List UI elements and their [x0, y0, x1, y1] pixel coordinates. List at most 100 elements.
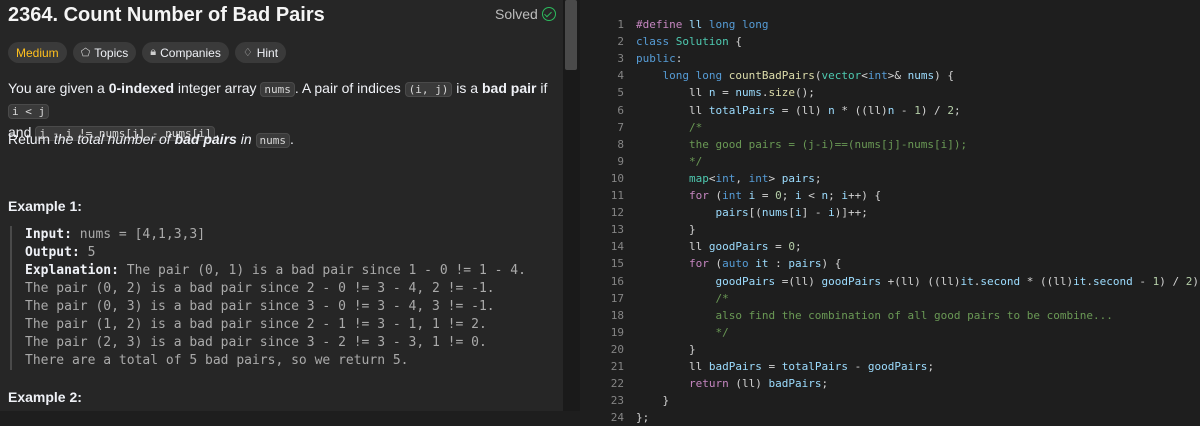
solved-label: Solved	[495, 6, 538, 22]
example-input: Input: nums = [4,1,3,3]	[25, 226, 563, 244]
code-token: nums	[761, 206, 789, 220]
code-token: goodPairs	[867, 360, 928, 373]
code-token: 1	[914, 103, 921, 117]
hint-button[interactable]: ♢ Hint	[234, 42, 287, 63]
code-token: ;	[927, 360, 935, 373]
code-token: = (ll)	[775, 103, 829, 117]
line-number: 24	[610, 411, 624, 425]
line-number: 3	[617, 52, 624, 66]
code-token: -	[1132, 274, 1153, 288]
code-token: =(ll)	[775, 274, 822, 288]
code-token: return	[688, 377, 729, 391]
code-token: >&	[887, 69, 908, 83]
companies-button[interactable]: 🔒︎ Companies	[142, 42, 229, 63]
code-text: */	[636, 154, 702, 170]
code-token: nums	[735, 86, 762, 100]
line-number: 12	[610, 206, 624, 220]
code-token: nums	[907, 69, 935, 83]
problem-return: Return the total number of bad pairs in …	[8, 131, 294, 148]
explanation-line: There are a total of 5 bad pairs, so we …	[25, 353, 409, 368]
desc-text: is a	[452, 80, 482, 96]
line-number: 13	[610, 223, 624, 237]
explanation-line: The pair (0, 1) is a bad pair since 1 - …	[118, 263, 526, 278]
code-token: ll	[636, 86, 709, 100]
code-token: the good pairs = (j-i)==(nums[j]-nums[i]…	[636, 137, 968, 151]
line-number: 10	[610, 171, 624, 185]
code-token: ll	[636, 240, 709, 254]
code-token: pairs	[788, 257, 822, 271]
code-token: ;	[814, 171, 822, 185]
code-text: }	[636, 342, 696, 358]
code-token: it	[755, 257, 769, 271]
code-text: map<int, int> pairs;	[636, 171, 822, 187]
code-token: =	[715, 86, 736, 100]
code-token: countBadPairs	[728, 69, 815, 83]
line-number: 16	[610, 274, 624, 288]
code-token: * ((ll)	[1020, 274, 1074, 288]
code-token: */	[636, 154, 703, 168]
code-text: };	[636, 410, 649, 426]
code-token: ++) {	[847, 189, 882, 202]
problem-panel: 2364. Count Number of Bad Pairs Solved M…	[0, 0, 563, 411]
code-token: =	[768, 240, 789, 254]
line-number: 9	[617, 154, 624, 168]
desc-bold: bad pair	[481, 80, 537, 96]
problem-title: 2364. Count Number of Bad Pairs	[8, 4, 325, 26]
topics-label: Topics	[94, 45, 129, 60]
code-token: second	[1093, 274, 1133, 288]
code-token: )]++;	[834, 206, 868, 220]
code-text: return (ll) badPairs;	[636, 376, 828, 392]
example-2-title: Example 2:	[8, 389, 82, 405]
topics-button[interactable]: ⬠ Topics	[72, 42, 137, 63]
line-number: 21	[610, 360, 624, 373]
code-editor[interactable]: 1 #define ll long long 2 class Solution {3 p…	[580, 0, 1200, 424]
hint-label: Hint	[256, 45, 279, 60]
inline-code: i < j	[8, 104, 50, 119]
code-token: i	[841, 189, 848, 202]
scrollbar-thumb[interactable]	[565, 0, 577, 70]
inline-code: nums	[260, 82, 295, 97]
explanation-line: The pair (0, 3) is a bad pair since 3 - …	[25, 299, 495, 314]
code-token: ;	[821, 377, 829, 391]
code-token: +(ll) ((ll)	[881, 274, 961, 288]
code-token: int	[748, 171, 769, 185]
code-token: vector	[821, 69, 862, 83]
code-token: */	[636, 325, 729, 339]
output-label: Output:	[25, 245, 80, 260]
code-token: ;	[794, 240, 802, 254]
code-token: :	[675, 52, 683, 66]
code-text: }	[636, 393, 669, 409]
line-number: 7	[617, 120, 624, 134]
code-token: =	[761, 360, 782, 373]
code-token: );	[1192, 274, 1200, 288]
line-number: 22	[610, 377, 624, 391]
code-token: #define	[636, 18, 689, 31]
line-number: 23	[610, 394, 624, 408]
code-text: ll n = nums.size();	[636, 85, 815, 101]
code-token: {	[728, 35, 742, 49]
code-token: <	[861, 69, 868, 83]
inline-code: (i, j)	[404, 82, 453, 97]
line-number: 1	[617, 18, 624, 31]
code-token: also find the combination of all good pa…	[636, 308, 1113, 322]
desc-bold: 0-indexed	[108, 80, 175, 96]
code-text: goodPairs =(ll) goodPairs +(ll) ((ll)it.…	[636, 274, 1200, 290]
example-explanation: Explanation: The pair (0, 1) is a bad pa…	[25, 262, 563, 280]
line-number: 20	[610, 342, 624, 356]
code-token: [(	[748, 206, 762, 220]
line-number: 11	[610, 189, 624, 202]
tag-icon: ⬠	[80, 47, 91, 59]
code-token: ll	[636, 360, 709, 373]
code-token: i	[794, 206, 802, 220]
output-value: 5	[79, 245, 96, 260]
difficulty-label: Medium	[16, 45, 59, 60]
code-text: for (auto it : pairs) {	[636, 256, 841, 272]
desc-text: integer array	[174, 80, 261, 96]
code-token: }	[636, 223, 696, 237]
code-token: ;	[828, 189, 842, 202]
desc-bold: bad pairs	[174, 131, 237, 147]
code-token: -	[894, 103, 915, 117]
code-token: 0	[775, 189, 782, 202]
